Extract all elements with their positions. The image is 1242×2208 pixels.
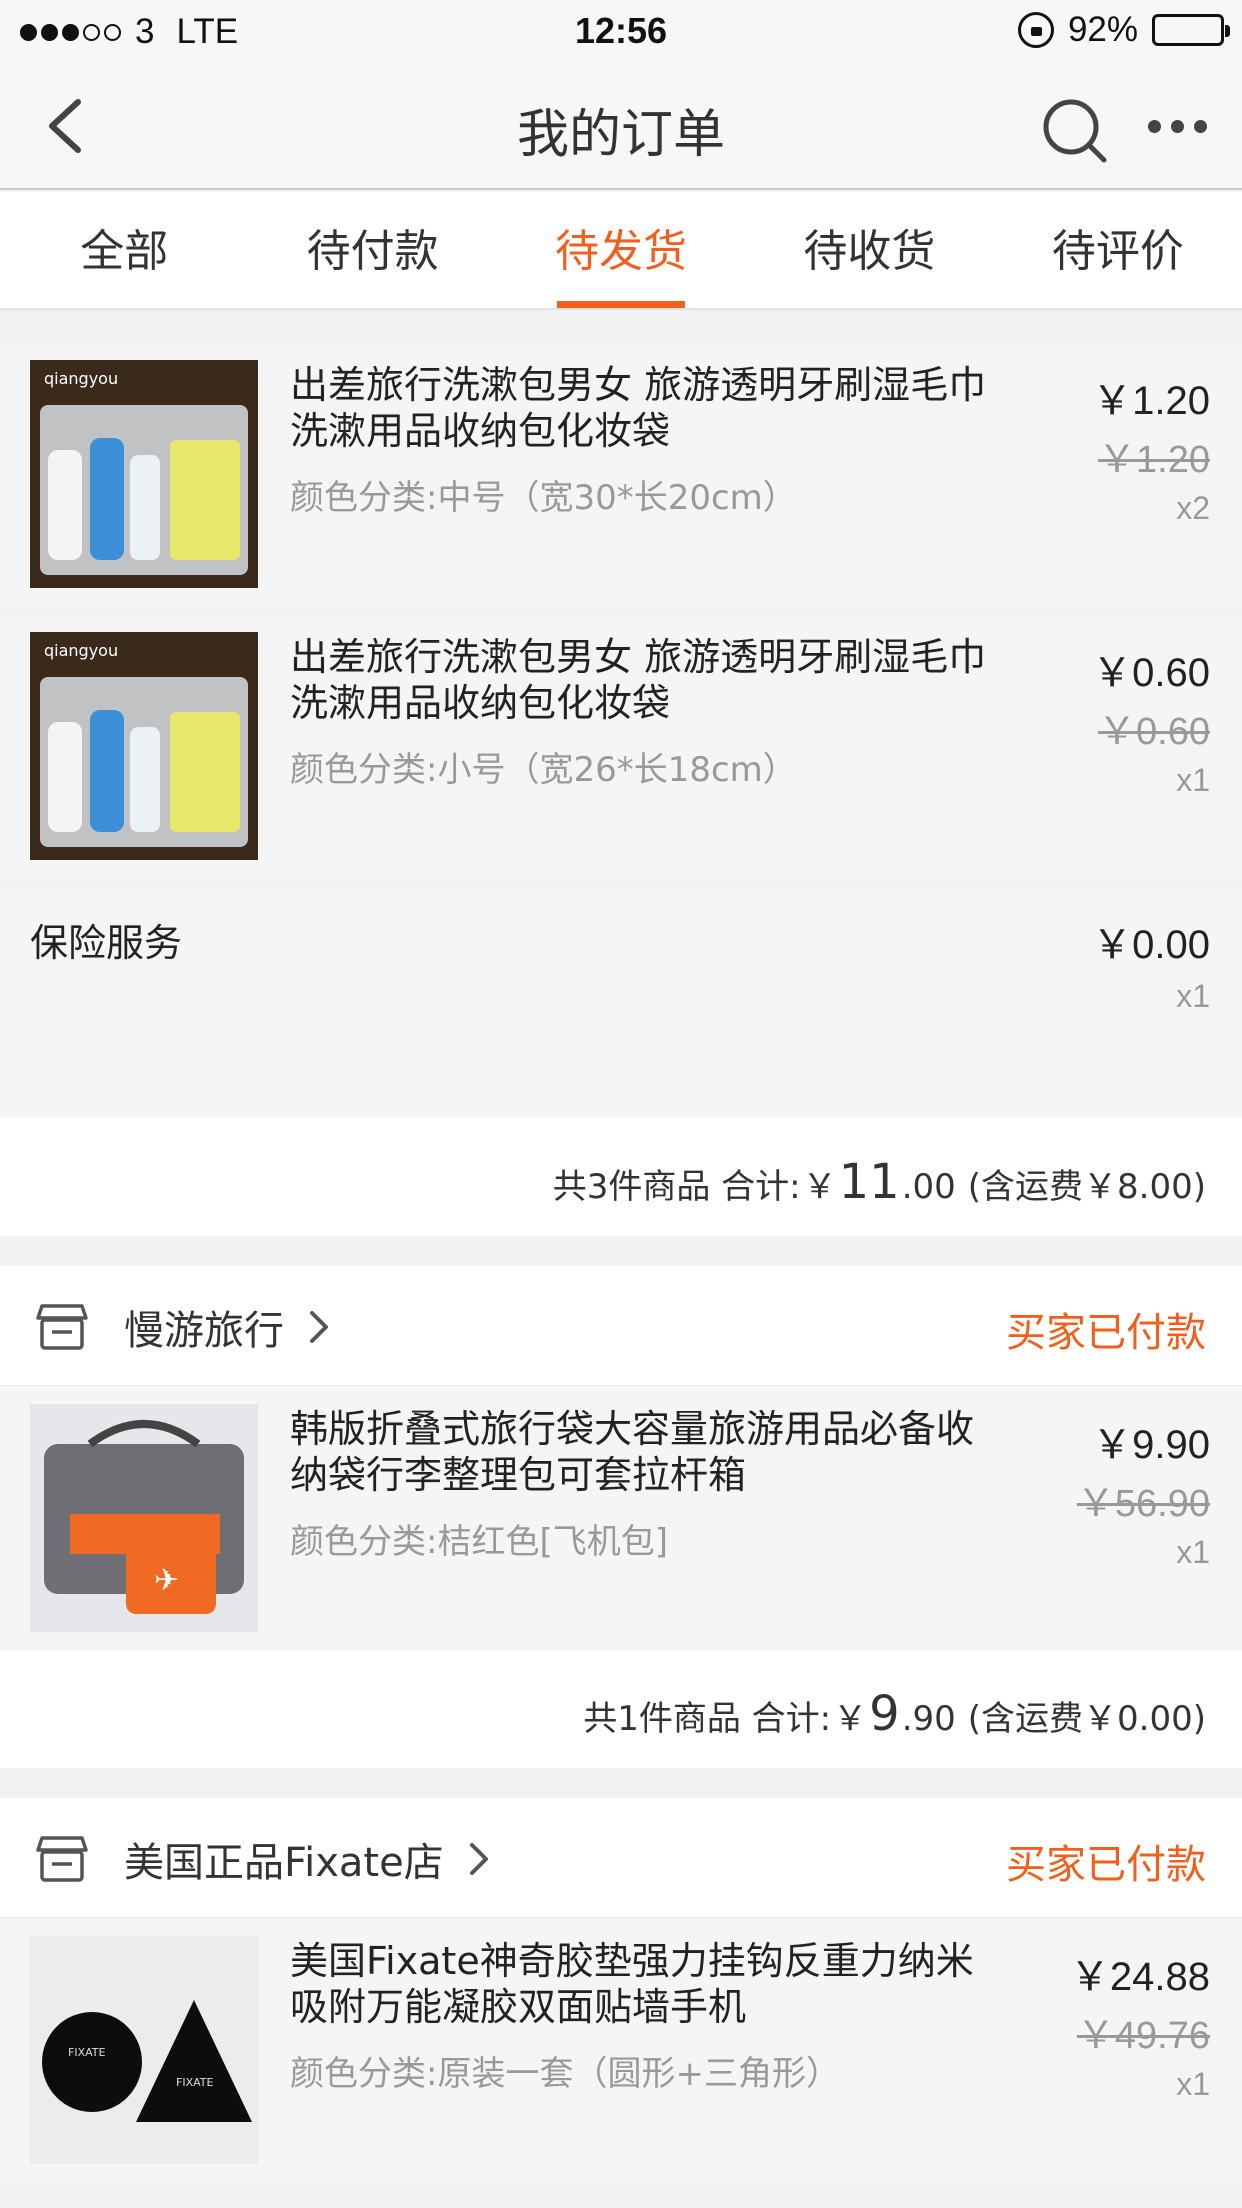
summary-currency: ￥	[802, 1167, 837, 1207]
product-title[interactable]: 美国Fixate神奇胶垫强力挂钩反重力纳米吸附万能凝胶双面贴墙手机	[290, 1938, 990, 2030]
summary-shipping: (含运费￥0.00)	[967, 1699, 1206, 1739]
order-tabs: 全部 待付款 待发货 待收货 待评价	[0, 192, 1242, 310]
svg-text:FIXATE: FIXATE	[176, 2076, 213, 2089]
product-original-price: ￥1.20	[1098, 439, 1210, 481]
battery-percent: 92%	[1067, 10, 1138, 49]
summary-total-dec: .90	[901, 1699, 956, 1739]
shop-name[interactable]: 慢游旅行	[124, 1298, 284, 1356]
product-sku: 颜色分类:小号（宽26*长18cm）	[290, 750, 797, 790]
tab-pending-review[interactable]: 待评价	[994, 192, 1242, 308]
product-quantity: x1	[1176, 1534, 1210, 1570]
tab-all[interactable]: 全部	[0, 192, 248, 308]
product-image-toiletry-bag[interactable]: qiangyou	[30, 360, 258, 588]
rotation-lock-icon	[1017, 12, 1054, 48]
order-summary: 共1件商品 合计: ￥ 9 .90 (含运费￥0.00)	[0, 1650, 1242, 1768]
search-icon[interactable]	[1040, 96, 1110, 166]
svg-text:qiangyou: qiangyou	[44, 369, 118, 388]
shop-header[interactable]: 美国正品Fixate店 买家已付款	[0, 1798, 1242, 1918]
product-image-gel-pads[interactable]: FIXATE FIXATE	[30, 1936, 258, 2164]
product-sku: 颜色分类:中号（宽30*长20cm）	[290, 478, 797, 518]
summary-total-int: 11	[838, 1154, 900, 1210]
svg-text:✈: ✈	[154, 1563, 179, 1598]
product-quantity: x1	[1176, 2066, 1210, 2102]
product-title[interactable]: 韩版折叠式旅行袋大容量旅游用品必备收纳袋行李整理包可套拉杆箱	[290, 1406, 990, 1498]
product-original-price: ￥49.76	[1076, 2015, 1210, 2057]
insurance-quantity: x1	[1176, 978, 1210, 1014]
tab-pending-payment[interactable]: 待付款	[248, 192, 496, 308]
product-title[interactable]: 出差旅行洗漱包男女 旅游透明牙刷湿毛巾洗漱用品收纳包化妆袋	[290, 362, 990, 454]
product-price: ￥24.88	[1069, 1955, 1210, 1999]
store-icon	[36, 1302, 88, 1352]
insurance-price: ￥0.00	[1092, 923, 1210, 967]
product-quantity: x1	[1176, 762, 1210, 798]
battery-icon	[1152, 14, 1230, 46]
insurance-label: 保险服务	[30, 921, 183, 965]
shop-header[interactable]: 慢游旅行 买家已付款	[0, 1266, 1242, 1386]
product-title[interactable]: 出差旅行洗漱包男女 旅游透明牙刷湿毛巾洗漱用品收纳包化妆袋	[290, 634, 990, 726]
order-item[interactable]: ✈ 韩版折叠式旅行袋大容量旅游用品必备收纳袋行李整理包可套拉杆箱 颜色分类:桔红…	[0, 1386, 1242, 1650]
chevron-right-icon[interactable]	[464, 1839, 494, 1879]
product-price: ￥1.20	[1092, 379, 1210, 423]
nav-bar: 我的订单	[0, 62, 1242, 190]
order-summary: 共3件商品 合计: ￥ 11 .00 (含运费￥8.00)	[0, 1118, 1242, 1236]
product-quantity: x2	[1176, 490, 1210, 526]
order-status-badge: 买家已付款	[1006, 1842, 1206, 1888]
product-original-price: ￥0.60	[1098, 711, 1210, 753]
order-item[interactable]: FIXATE FIXATE 美国Fixate神奇胶垫强力挂钩反重力纳米吸附万能凝…	[0, 1918, 1242, 2182]
summary-currency: ￥	[833, 1699, 868, 1739]
tab-pending-shipment[interactable]: 待发货	[497, 192, 745, 308]
product-price: ￥9.90	[1092, 1423, 1210, 1467]
shop-name[interactable]: 美国正品Fixate店	[124, 1830, 444, 1888]
status-bar: 3 LTE 12:56 92%	[0, 0, 1242, 62]
summary-count: 共1件商品 合计:	[583, 1699, 832, 1739]
order-status-badge: 买家已付款	[1006, 1310, 1206, 1356]
summary-total-dec: .00	[901, 1167, 956, 1207]
product-sku: 颜色分类:原装一套（圆形+三角形）	[290, 2054, 840, 2094]
product-image-travel-bag[interactable]: ✈	[30, 1404, 258, 1632]
product-original-price: ￥56.90	[1076, 1483, 1210, 1525]
svg-text:qiangyou: qiangyou	[44, 641, 118, 660]
order-item[interactable]: qiangyou 出差旅行洗漱包男女 旅游透明牙刷湿毛巾洗漱用品收纳包化妆袋 颜…	[0, 614, 1242, 878]
svg-text:FIXATE: FIXATE	[68, 2046, 105, 2059]
product-price: ￥0.60	[1092, 651, 1210, 695]
product-image-toiletry-bag[interactable]: qiangyou	[30, 632, 258, 860]
summary-shipping: (含运费￥8.00)	[967, 1167, 1206, 1207]
insurance-service-row: 保险服务 ￥0.00 x1	[0, 886, 1242, 1118]
summary-total-int: 9	[869, 1686, 900, 1742]
tab-pending-receipt[interactable]: 待收货	[745, 192, 993, 308]
more-icon[interactable]	[1148, 112, 1208, 140]
product-sku: 颜色分类:桔红色[飞机包]	[290, 1522, 668, 1562]
store-icon	[36, 1834, 88, 1884]
summary-count: 共3件商品 合计:	[552, 1167, 801, 1207]
order-item[interactable]: qiangyou 出差旅行洗漱包男女 旅游透明牙刷湿毛巾洗漱用品收纳包化妆袋 颜…	[0, 342, 1242, 606]
chevron-right-icon[interactable]	[304, 1307, 334, 1347]
